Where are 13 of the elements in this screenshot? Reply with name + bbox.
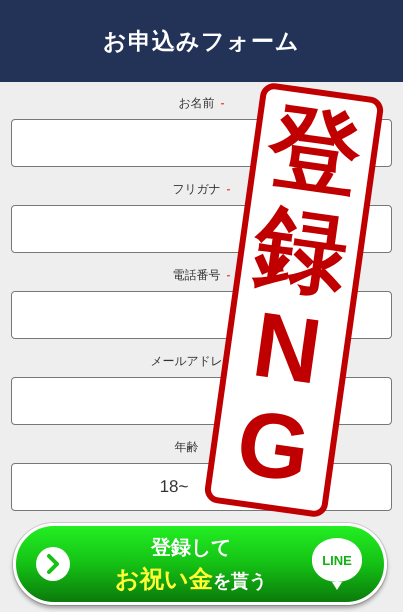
field-label: 年齢 [174,438,198,456]
field-label: フリガナ [172,180,220,198]
required-mark: - [226,182,230,196]
submit-button[interactable]: 登録して お祝い金を貰う LINE [13,523,387,605]
button-text: 登録して [151,536,231,560]
page-title: お申込みフォーム [103,26,300,56]
chevron-right-icon [36,547,70,581]
field-label: メールアドレ [150,352,222,370]
required-mark: - [220,96,224,110]
field-label: お名前 [178,94,214,112]
required-mark: - [226,268,230,282]
field-label: 電話番号 [172,266,220,284]
button-text: お祝い金を貰う [115,564,267,594]
